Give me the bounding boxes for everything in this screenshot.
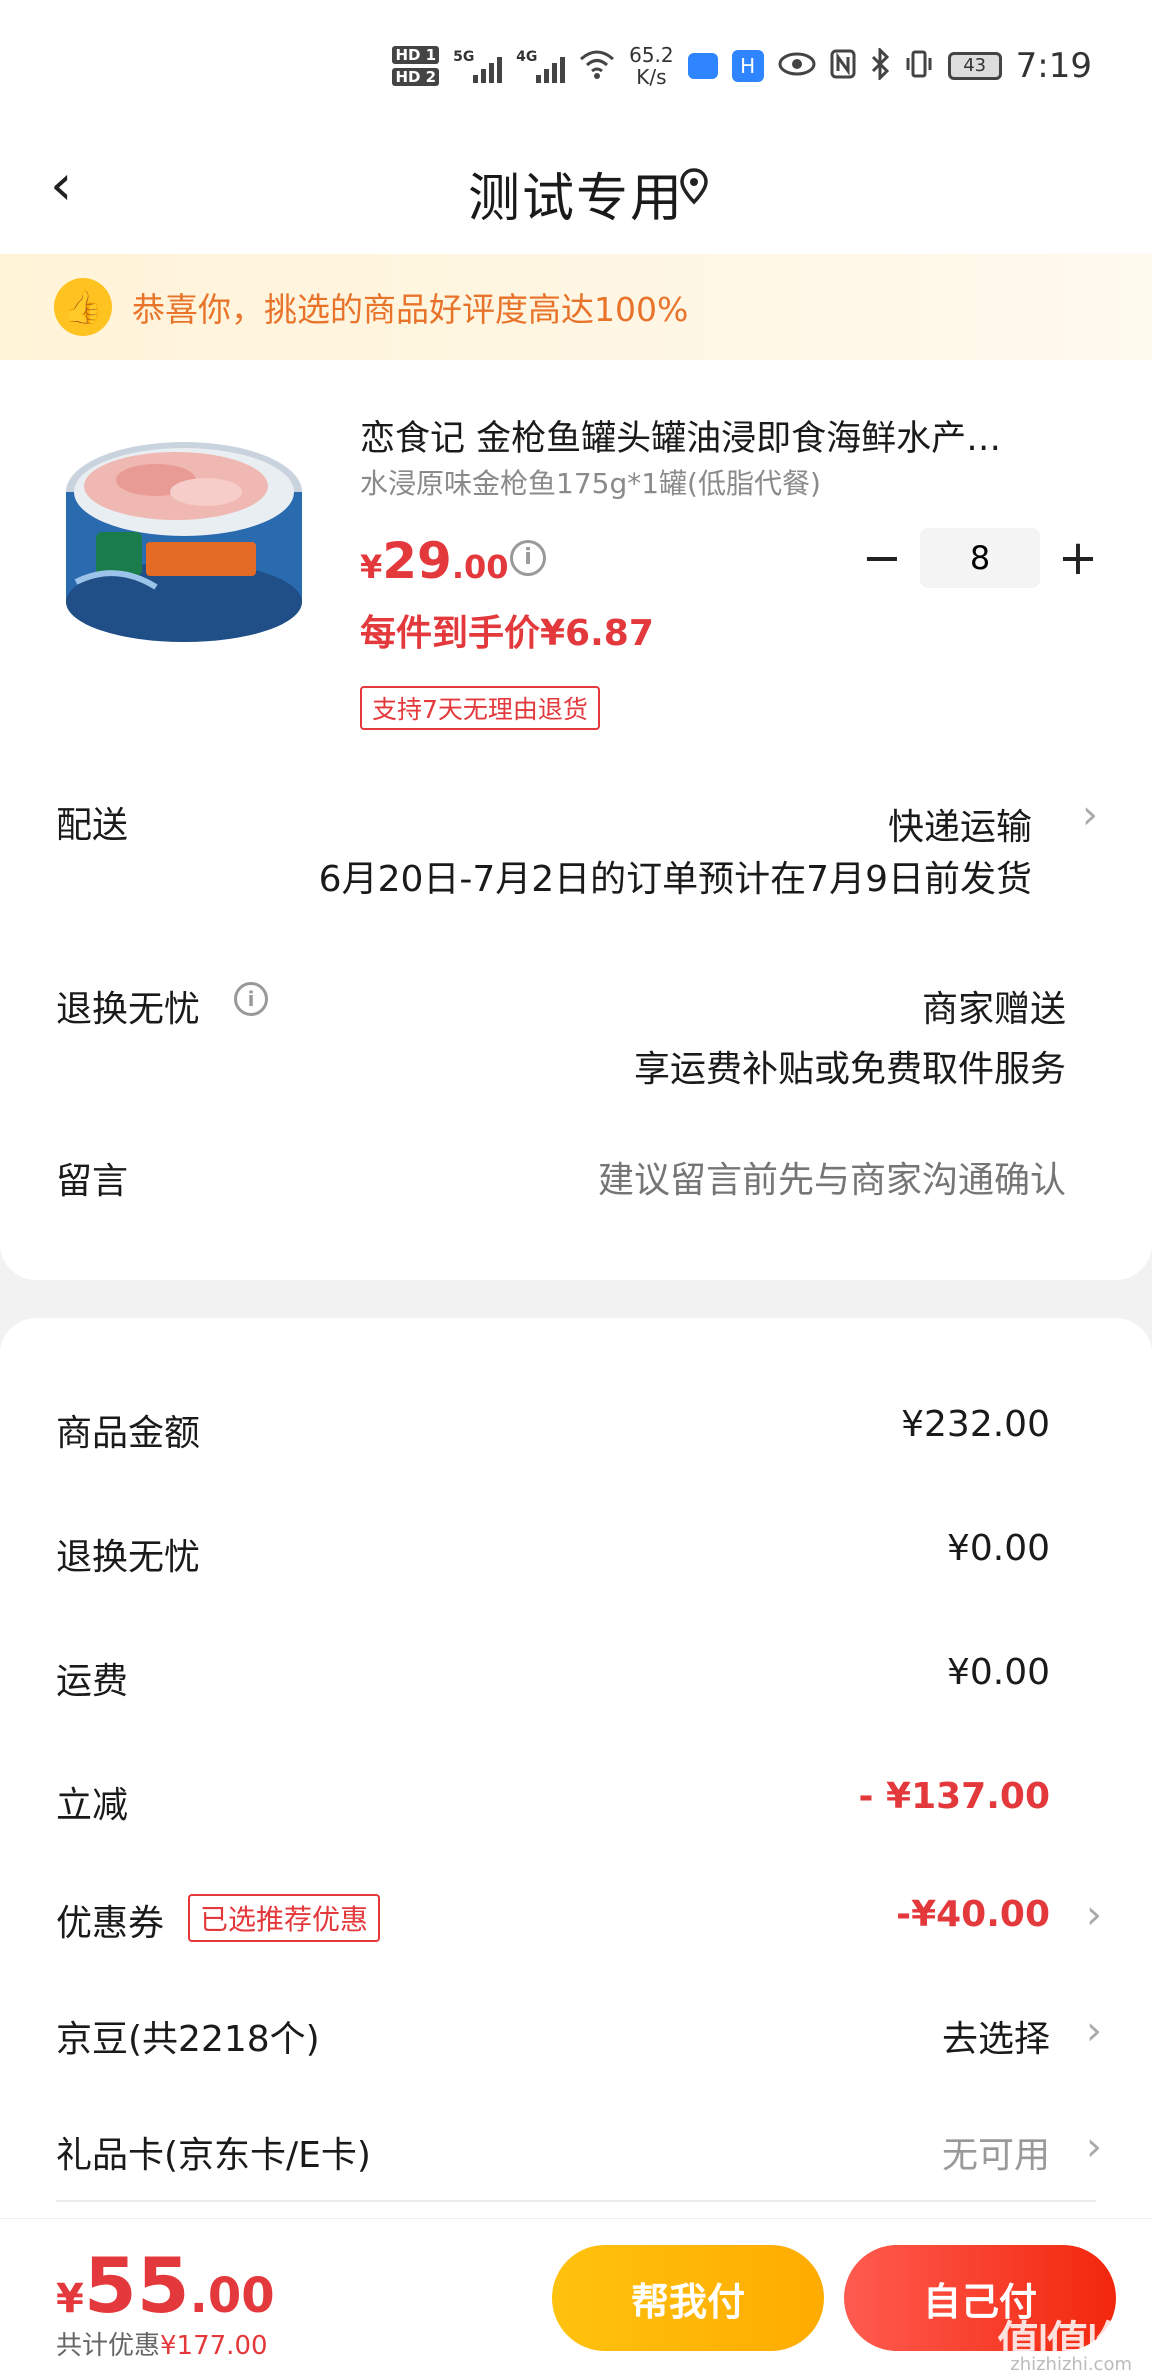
product-image[interactable] bbox=[56, 422, 312, 662]
chevron-right-icon[interactable]: › bbox=[1082, 792, 1098, 838]
coupon-value: -¥40.00 bbox=[896, 1894, 1050, 1935]
goods-amount-value: ¥232.00 bbox=[901, 1404, 1050, 1445]
speed-value: 65.2 bbox=[629, 43, 674, 67]
freight-row: 运费 ¥0.00 bbox=[0, 1638, 1152, 1718]
price-info-icon[interactable]: i bbox=[510, 540, 546, 576]
price-currency: ¥ bbox=[360, 548, 383, 586]
returns-label: 退换无忧 bbox=[56, 989, 201, 1030]
bluetooth-icon bbox=[870, 45, 890, 85]
total-decimal: .00 bbox=[189, 2268, 275, 2324]
hd2-label: HD 2 bbox=[392, 68, 440, 86]
returns-info-icon[interactable]: i bbox=[234, 982, 268, 1016]
coupon-tag: 已选推荐优惠 bbox=[188, 1894, 381, 1942]
status-icons: HD 1 HD 2 5G 4G 65.2 K/s H 43 7:19 bbox=[392, 36, 1092, 96]
app-notification-icon: H bbox=[731, 50, 764, 82]
instant-discount-value: - ¥137.00 bbox=[858, 1776, 1050, 1817]
returns-fee-value: ¥0.00 bbox=[946, 1528, 1050, 1569]
jdou-row[interactable]: 京豆(共2218个) 去选择 › bbox=[0, 1996, 1152, 2076]
chevron-right-icon: › bbox=[1086, 2124, 1102, 2170]
nfc-icon bbox=[830, 49, 856, 84]
signal-4g-icon: 4G bbox=[516, 49, 566, 83]
battery-icon: 43 bbox=[947, 52, 1002, 80]
chevron-right-icon: › bbox=[1086, 1892, 1102, 1938]
location-pin-icon[interactable] bbox=[672, 164, 716, 208]
returns-value: 商家赠送 bbox=[921, 989, 1066, 1030]
goods-amount-row: 商品金额 ¥232.00 bbox=[0, 1390, 1152, 1470]
chevron-right-icon: › bbox=[1086, 2008, 1102, 2054]
coupon-label: 优惠券 bbox=[56, 1903, 165, 1944]
page-title: 测试专用 bbox=[467, 169, 684, 229]
increase-button[interactable]: + bbox=[1052, 528, 1104, 588]
net2-label: 4G bbox=[516, 49, 538, 65]
shipping-method[interactable]: 快递运输 bbox=[888, 798, 1032, 850]
rating-banner: 👍 恭喜你，挑选的商品好评度高达100% bbox=[0, 254, 1152, 360]
status-bar: HD 1 HD 2 5G 4G 65.2 K/s H 43 7:19 bbox=[0, 0, 1152, 130]
eye-icon bbox=[778, 50, 816, 82]
quantity-stepper: − + bbox=[856, 528, 1104, 588]
order-detail-card: 恋食记 金枪鱼罐头罐油浸即食海鲜水产… 水浸原味金枪鱼175g*1罐(低脂代餐)… bbox=[0, 360, 1152, 1280]
savings-value: ¥177.00 bbox=[160, 2331, 268, 2361]
signal-5g-icon: 5G bbox=[453, 49, 503, 83]
help-pay-button[interactable]: 帮我付 bbox=[552, 2245, 824, 2351]
shipping-note: 6月20日-7月2日的订单预计在7月9日前发货 bbox=[318, 859, 1032, 900]
page-header: ‹ 测试专用 bbox=[0, 130, 1152, 254]
product-price: ¥29.00 bbox=[360, 532, 509, 590]
clock: 7:19 bbox=[1015, 46, 1092, 86]
giftcard-row[interactable]: 礼品卡(京东卡/E卡) 无可用 › bbox=[0, 2112, 1152, 2192]
returns-fee-label: 退换无忧 bbox=[56, 1537, 201, 1578]
unit-price: 每件到手价¥6.87 bbox=[360, 613, 654, 654]
price-integer: 29 bbox=[382, 532, 452, 590]
quantity-input[interactable] bbox=[920, 528, 1040, 588]
watermark-url: zhizhizhi.com bbox=[1010, 2354, 1132, 2375]
hd1-label: HD 1 bbox=[392, 46, 440, 64]
wifi-icon bbox=[579, 49, 615, 84]
network-speed: 65.2 K/s bbox=[629, 44, 674, 88]
decrease-button[interactable]: − bbox=[856, 528, 908, 588]
banner-text: 恭喜你，挑选的商品好评度高达100% bbox=[132, 290, 689, 329]
savings-prefix: 共计优惠 bbox=[56, 2331, 161, 2361]
message-label: 留言 bbox=[56, 1161, 129, 1202]
returns-desc: 享运费补贴或免费取件服务 bbox=[633, 1049, 1066, 1090]
total-savings: 共计优惠¥177.00 bbox=[56, 2325, 268, 2362]
returns-fee-row: 退换无忧 ¥0.00 bbox=[0, 1514, 1152, 1594]
total-currency: ¥ bbox=[56, 2276, 84, 2322]
net1-label: 5G bbox=[453, 49, 475, 65]
total-price: ¥55.00 bbox=[56, 2241, 275, 2330]
thumbs-up-icon: 👍 bbox=[54, 278, 112, 336]
message-input[interactable] bbox=[300, 1150, 1066, 1210]
jdou-label: 京豆(共2218个) bbox=[56, 2019, 320, 2060]
freight-value: ¥0.00 bbox=[946, 1652, 1050, 1693]
instant-discount-row: 立减 - ¥137.00 bbox=[0, 1762, 1152, 1842]
return-policy-badge: 支持7天无理由退货 bbox=[360, 686, 600, 730]
vibrate-icon bbox=[904, 49, 934, 84]
goods-amount-label: 商品金额 bbox=[56, 1413, 201, 1454]
product-title[interactable]: 恋食记 金枪鱼罐头罐油浸即食海鲜水产… bbox=[360, 410, 1080, 461]
total-integer: 55 bbox=[83, 2241, 190, 2330]
product-sku: 水浸原味金枪鱼175g*1罐(低脂代餐) bbox=[360, 467, 821, 500]
shipping-label: 配送 bbox=[56, 805, 129, 846]
price-decimal: .00 bbox=[451, 548, 509, 586]
divider bbox=[56, 2200, 1096, 2202]
coupon-row[interactable]: 优惠券 已选推荐优惠 -¥40.00 › bbox=[0, 1880, 1152, 1960]
cost-breakdown-card: 商品金额 ¥232.00 退换无忧 ¥0.00 运费 ¥0.00 立减 - ¥1… bbox=[0, 1318, 1152, 2218]
jdou-value: 去选择 bbox=[941, 2019, 1050, 2060]
instant-discount-label: 立减 bbox=[56, 1785, 129, 1826]
speed-unit: K/s bbox=[636, 65, 667, 89]
freight-label: 运费 bbox=[56, 1661, 129, 1702]
giftcard-label: 礼品卡(京东卡/E卡) bbox=[56, 2135, 371, 2176]
checkout-bar: ¥55.00 共计优惠¥177.00 帮我付 自己付 bbox=[0, 2218, 1152, 2376]
hd-indicator: HD 1 HD 2 bbox=[392, 46, 440, 86]
cloud-icon bbox=[687, 53, 718, 79]
giftcard-value: 无可用 bbox=[941, 2135, 1050, 2176]
